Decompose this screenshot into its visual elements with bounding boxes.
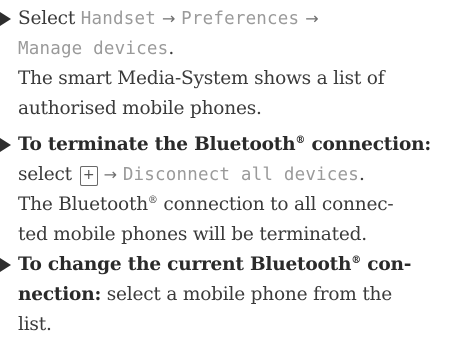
step3-heading-text-end: con- — [361, 254, 412, 275]
step3-action-line-2: list. — [18, 314, 52, 335]
step1-verb: Select — [18, 8, 76, 29]
step2-verb: select — [18, 164, 72, 185]
step3-action-line: nection: select a mobile phone from the — [18, 280, 454, 310]
triangle-bullet-icon — [0, 258, 11, 272]
instruction-step-change-bluetooth: To change the current Bluetooth® con- ne… — [0, 250, 454, 340]
step3-heading-text: To change the current Bluetooth — [18, 254, 352, 275]
step2-result-text-end: connection to all connec- — [157, 194, 394, 215]
arrow-right-icon: → — [305, 9, 319, 28]
step3-heading-continued: nection: — [18, 284, 102, 305]
step1-action-line-2: Manage devices. — [18, 34, 454, 64]
plus-key-icon: + — [79, 166, 98, 186]
instruction-step-terminate-bluetooth: To terminate the Bluetooth® connection: … — [0, 130, 454, 250]
step2-result-text: The Bluetooth — [18, 194, 148, 215]
menu-item-manage-devices: Manage devices — [18, 39, 169, 59]
step2-result-line-1: The Bluetooth® connection to all connec- — [18, 190, 454, 220]
step2-period: . — [359, 164, 365, 185]
menu-item-disconnect-all-devices: Disconnect all devices — [122, 165, 360, 185]
triangle-bullet-icon — [0, 12, 11, 26]
menu-item-handset: Handset — [80, 9, 156, 29]
triangle-bullet-icon — [0, 138, 11, 152]
instruction-document: Select Handset → Preferences → Manage devic… — [0, 0, 460, 344]
step2-heading-text: To terminate the Bluetooth — [18, 134, 296, 155]
step2-heading-text-end: connection: — [305, 134, 431, 155]
step1-action-line: Select Handset → Preferences → — [18, 4, 454, 34]
step1-result-line-1: The smart Media-System shows a list of — [18, 68, 385, 89]
step1-result-line-2: authorised mobile phones. — [18, 98, 262, 119]
step2-result-line-2: ted mobile phones will be terminated. — [18, 224, 367, 245]
step2-action-line: select + → Disconnect all devices. — [18, 160, 454, 190]
arrow-right-icon: → — [103, 165, 117, 184]
instruction-step-select-manage-devices: Select Handset → Preferences → Manage devic… — [0, 4, 454, 124]
menu-item-preferences: Preferences — [181, 9, 300, 29]
arrow-right-icon: → — [161, 9, 176, 28]
registered-mark: ® — [147, 195, 158, 206]
step2-heading: To terminate the Bluetooth® connection: — [18, 130, 454, 160]
registered-mark: ® — [351, 255, 362, 266]
step1-period: . — [168, 38, 174, 59]
registered-mark: ® — [295, 135, 306, 146]
step3-action-text: select a mobile phone from the — [101, 284, 393, 305]
step3-heading: To change the current Bluetooth® con- — [18, 250, 454, 280]
